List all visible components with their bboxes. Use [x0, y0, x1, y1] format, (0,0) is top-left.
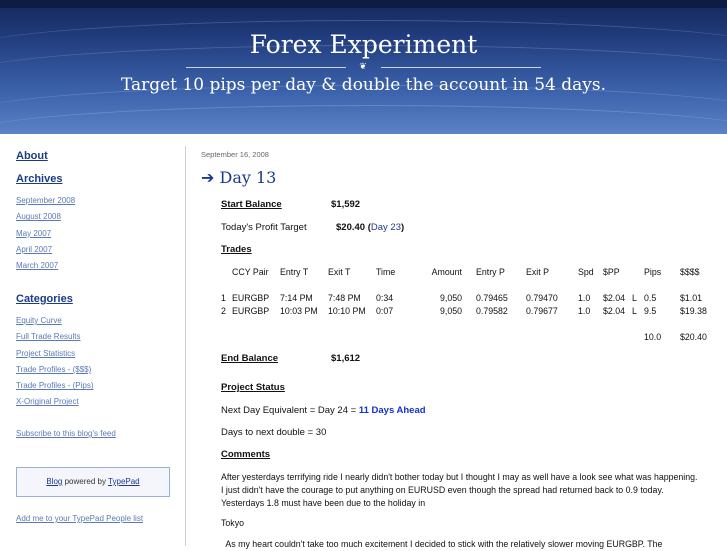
row-number: 1	[221, 292, 226, 303]
table-row: 1 EURGBP 7:14 PM 7:48 PM 0:34 9,050 0.79…	[221, 291, 707, 304]
cell-pips: 0.5	[644, 292, 657, 303]
cell-exit-time: 10:10 PM	[328, 305, 366, 316]
post-title-text[interactable]: Day 13	[220, 168, 277, 187]
day-23-link[interactable]: Day 23	[371, 222, 401, 233]
banner-top-stripe	[0, 0, 727, 8]
typepad-blog-link[interactable]: Blog	[46, 477, 62, 486]
column-divider	[185, 146, 186, 546]
col-pips: Pips	[644, 266, 662, 277]
cell-spread: 1.0	[578, 292, 591, 303]
archive-link-may-2007[interactable]: May 2007	[16, 226, 176, 242]
col-dollars: $$$$	[680, 266, 700, 277]
archive-link-apr-2007[interactable]: April 2007	[16, 242, 176, 258]
arrow-right-icon: ➔	[201, 168, 215, 187]
archive-list: September 2008 August 2008 May 2007 Apri…	[16, 193, 176, 274]
cell-time: 0:34	[376, 292, 394, 303]
cell-exit-time: 7:48 PM	[328, 292, 361, 303]
start-balance-label: Start Balance	[221, 199, 282, 210]
cell-ccy-pair: EURGBP	[232, 305, 270, 316]
category-link-full-trade-results[interactable]: Full Trade Results	[16, 329, 176, 345]
next-day-line: Next Day Equivalent = Day 24 = 11 Days A…	[221, 405, 426, 416]
total-dollars: $20.40	[680, 331, 707, 342]
cell-exit-price: 0.79470	[526, 292, 558, 303]
days-ahead-value: 11 Days Ahead	[358, 405, 426, 416]
totals-row: 10.0 $20.40	[221, 330, 707, 343]
cell-amount: 9,050	[439, 292, 462, 303]
cell-direction: L	[632, 305, 637, 316]
profit-target-close: )	[400, 222, 405, 233]
archive-link-aug-2008[interactable]: August 2008	[16, 209, 176, 225]
blog-banner: Forex Experiment ❦ Target 10 pips per da…	[0, 0, 727, 134]
col-exit-time: Exit T	[328, 266, 351, 277]
comment-paragraph: After yesterdays terrifying ride I nearl…	[221, 472, 698, 508]
typepad-powered-text: powered by	[62, 477, 109, 486]
blog-subtitle: Target 10 pips per day & double the acco…	[120, 75, 607, 95]
trades-header-row: CCY Pair Entry T Exit T Time Amount Entr…	[221, 265, 707, 278]
profit-target-value: $20.40	[336, 222, 366, 233]
typepad-link[interactable]: TypePad	[108, 477, 140, 486]
category-link-equity-curve[interactable]: Equity Curve	[16, 313, 176, 329]
sidebar-archives-link[interactable]: Archives	[16, 173, 62, 185]
table-row: 2 EURGBP 10:03 PM 10:10 PM 0:07 9,050 0.…	[221, 304, 707, 317]
category-link-trade-profiles-dollars[interactable]: Trade Profiles - ($$$)	[16, 362, 176, 378]
cell-exit-price: 0.79677	[526, 305, 558, 316]
title-rule-left	[186, 67, 346, 68]
project-status-heading: Project Status	[221, 382, 285, 393]
col-direction	[632, 265, 644, 278]
start-balance-value: $1,592	[331, 199, 361, 210]
people-list-link[interactable]: Add me to your TypePad People list	[16, 511, 143, 527]
days-to-double: Days to next double = 30	[221, 427, 327, 438]
cell-time: 0:07	[376, 305, 394, 316]
archive-link-mar-2007[interactable]: March 2007	[16, 258, 176, 274]
col-entry-time: Entry T	[280, 266, 309, 277]
category-link-trade-profiles-pips[interactable]: Trade Profiles - (Pips)	[16, 378, 176, 394]
typepad-badge: Blog powered by TypePad	[16, 467, 170, 497]
sidebar-categories-heading[interactable]: Categories	[16, 293, 73, 305]
row-number: 2	[221, 305, 226, 316]
cell-direction: L	[632, 292, 637, 303]
blog-title[interactable]: Forex Experiment	[0, 30, 727, 59]
end-balance-value: $1,612	[331, 353, 361, 364]
comments-heading: Comments	[221, 449, 271, 460]
archive-link-sep-2008[interactable]: September 2008	[16, 193, 176, 209]
category-link-x-original-project[interactable]: X-Original Project	[16, 394, 176, 410]
ornament-icon: ❦	[359, 62, 367, 72]
col-amount: Amount	[431, 266, 462, 277]
cell-pp: $2.04	[603, 305, 626, 316]
col-spread: Spd	[578, 266, 594, 277]
post-title[interactable]: ➔ Day 13	[201, 168, 276, 187]
cell-ccy-pair: EURGBP	[232, 292, 270, 303]
profit-target-label: Today's Profit Target	[221, 222, 307, 233]
sidebar-about-link[interactable]: About	[16, 150, 48, 162]
cell-entry-time: 7:14 PM	[280, 292, 313, 303]
end-balance-label: End Balance	[221, 353, 279, 364]
cell-amount: 9,050	[439, 305, 462, 316]
cell-spread: 1.0	[578, 305, 591, 316]
category-list: Equity Curve Full Trade Results Project …	[16, 313, 176, 411]
cell-dollars: $19.38	[680, 305, 707, 316]
next-day-text: Next Day Equivalent = Day 24 =	[221, 405, 359, 416]
col-exit-price: Exit P	[526, 266, 549, 277]
trades-table: CCY Pair Entry T Exit T Time Amount Entr…	[221, 265, 707, 343]
trades-heading: Trades	[221, 244, 252, 255]
title-rule-right	[381, 67, 541, 68]
col-ccy-pair: CCY Pair	[232, 266, 269, 277]
cell-dollars: $1.01	[680, 292, 703, 303]
cell-pp: $2.04	[603, 292, 626, 303]
col-time: Time	[376, 266, 396, 277]
cell-pips: 9.5	[644, 305, 657, 316]
subscribe-feed-link[interactable]: Subscribe to this blog's feed	[16, 426, 116, 442]
cell-entry-price: 0.79465	[476, 292, 508, 303]
profit-target-line: $20.40 (Day 23)	[336, 222, 404, 233]
col-pp: $PP	[603, 266, 620, 277]
post-date: September 16, 2008	[201, 150, 269, 159]
comment-paragraph: Tokyo	[221, 518, 244, 528]
cell-entry-price: 0.79582	[476, 305, 508, 316]
cell-entry-time: 10:03 PM	[280, 305, 318, 316]
col-entry-price: Entry P	[476, 266, 505, 277]
category-link-project-statistics[interactable]: Project Statistics	[16, 346, 176, 362]
total-pips: 10.0	[644, 331, 662, 342]
